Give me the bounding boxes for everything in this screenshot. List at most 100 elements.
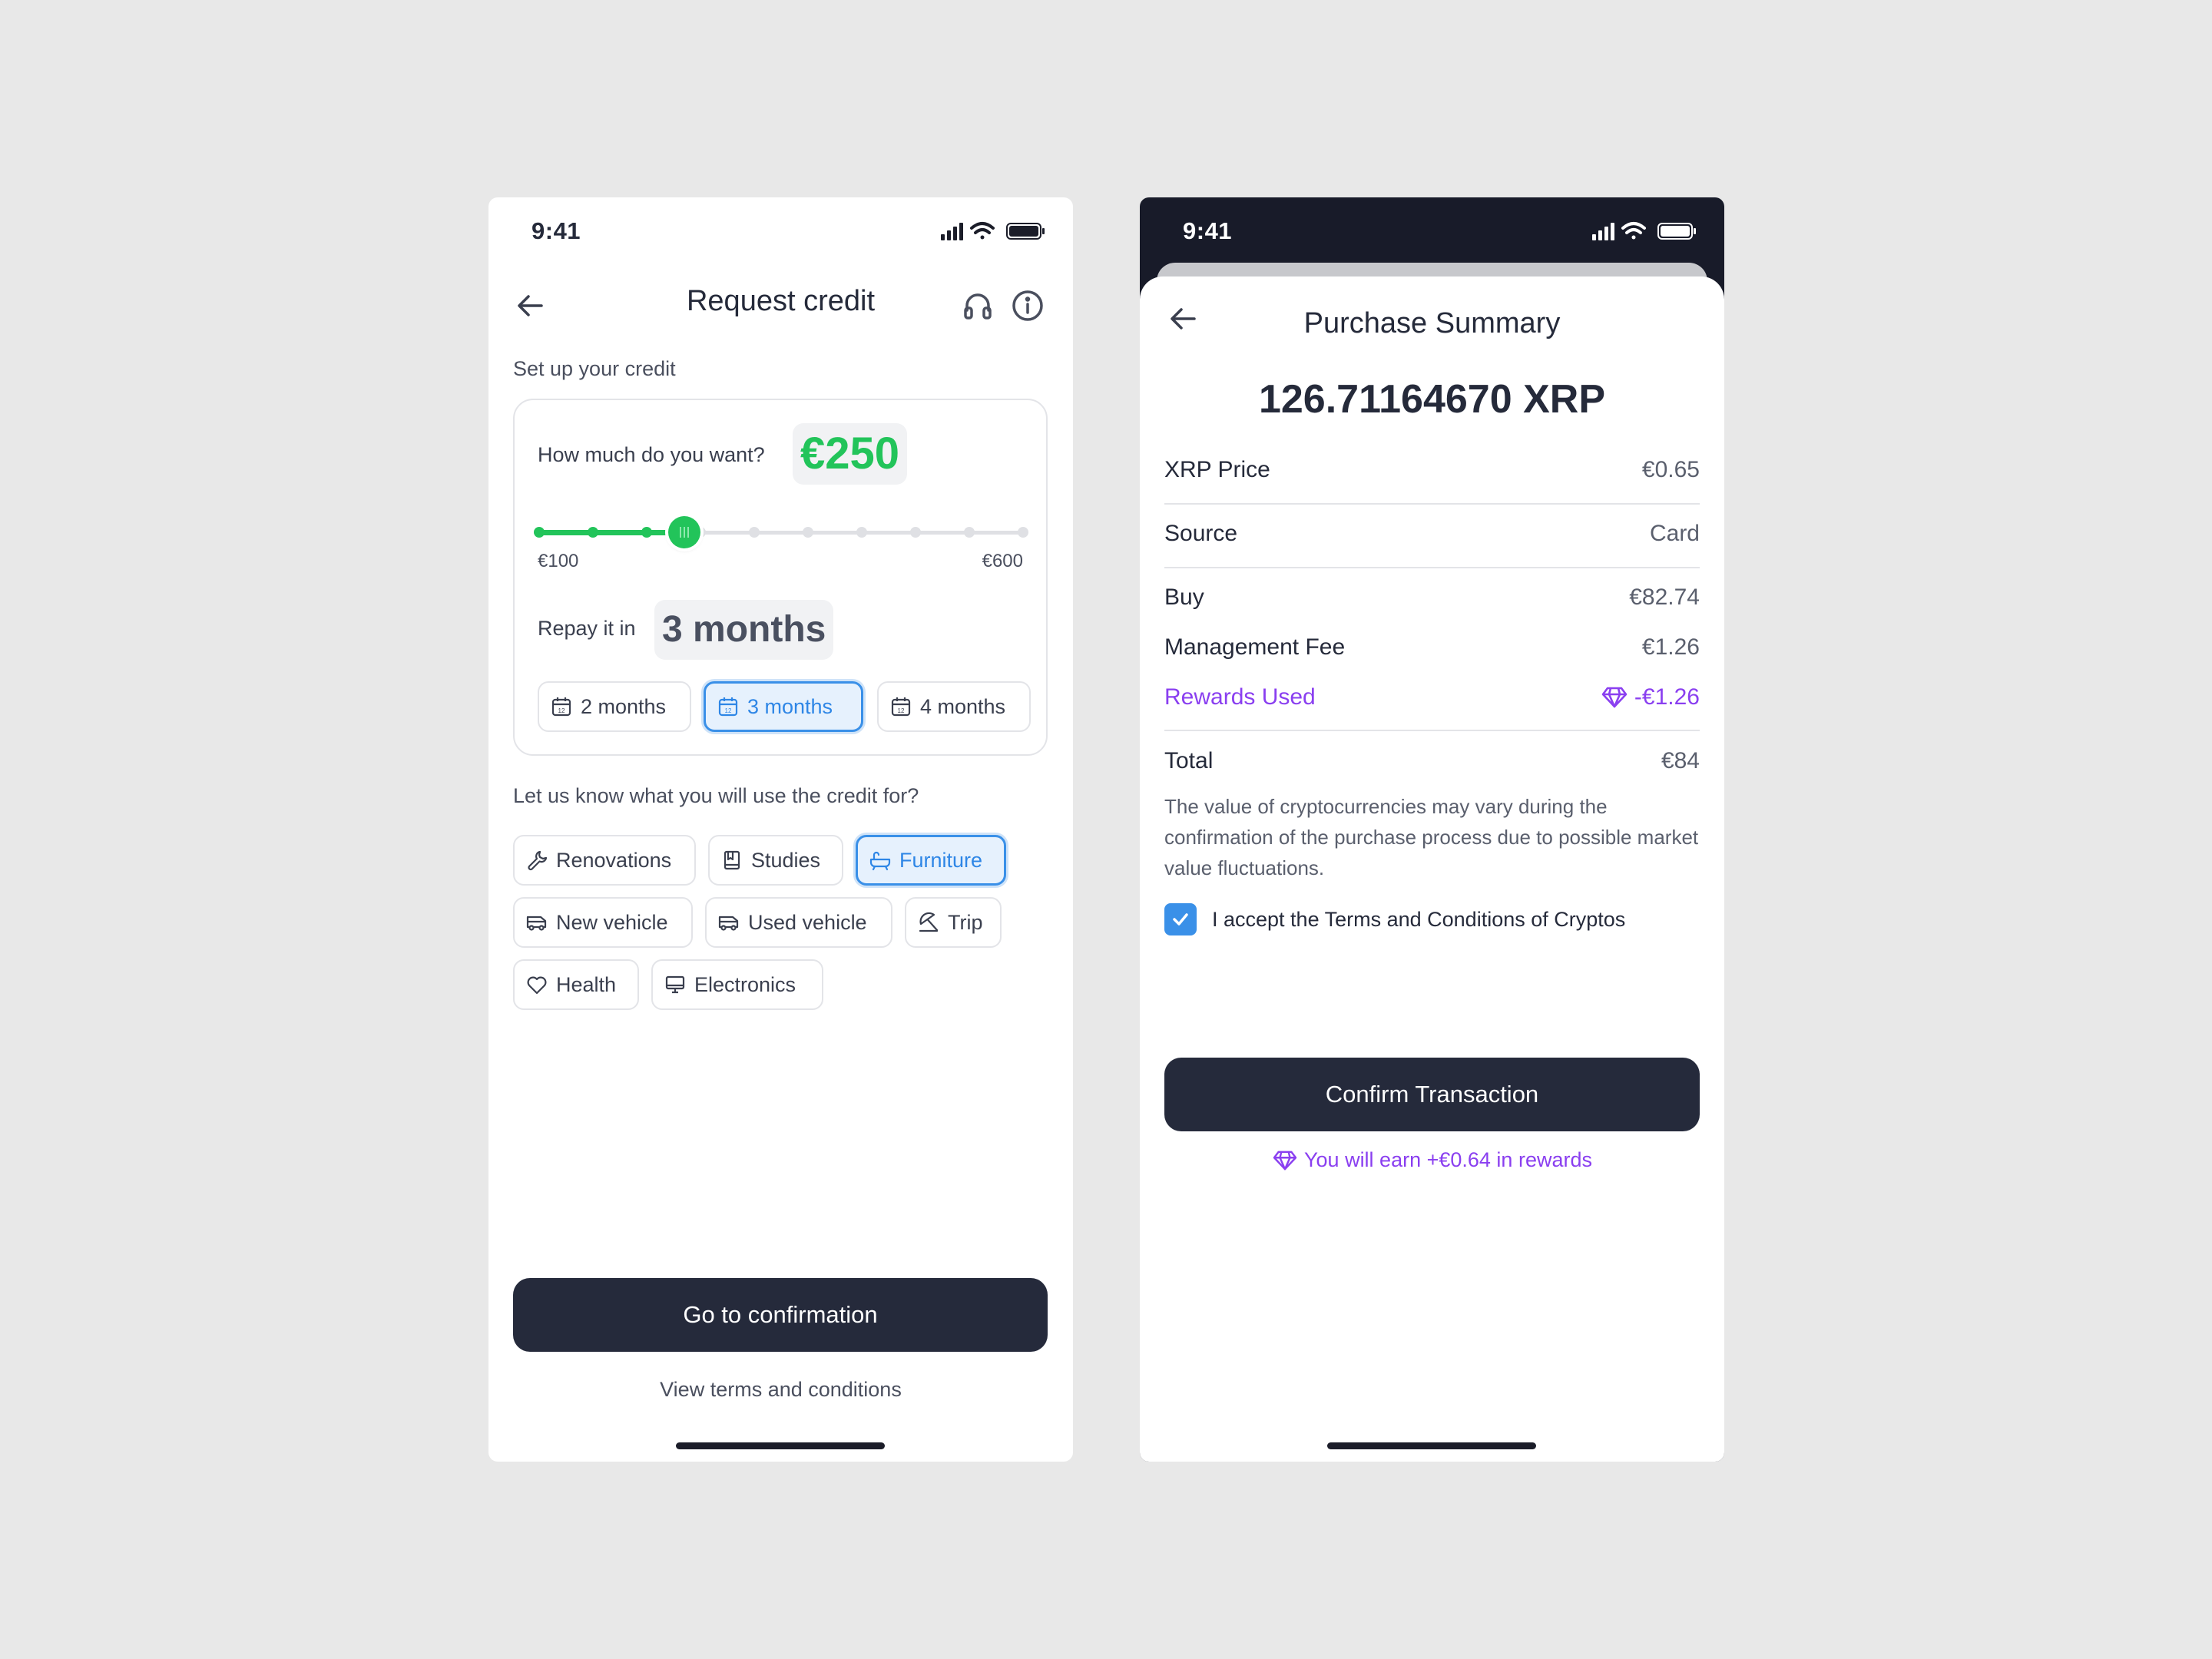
- use-option-label: New vehicle: [556, 910, 668, 934]
- row-label: XRP Price: [1164, 457, 1270, 482]
- terms-link[interactable]: View terms and conditions: [488, 1378, 1073, 1402]
- use-option-renovations[interactable]: Renovations: [513, 835, 696, 886]
- month-option-label: 2 months: [581, 694, 667, 718]
- month-option-label: 4 months: [920, 694, 1006, 718]
- slider-thumb[interactable]: [668, 516, 700, 548]
- month-option-2[interactable]: 12 2 months: [538, 681, 691, 732]
- slider-step-dot[interactable]: [641, 527, 652, 538]
- confirm-transaction-button[interactable]: Confirm Transaction: [1164, 1058, 1700, 1131]
- row-value-wrap: -€1.26: [1601, 684, 1700, 710]
- use-option-electronics[interactable]: Electronics: [651, 959, 823, 1010]
- divider: [1164, 503, 1700, 505]
- repay-value: 3 months: [654, 600, 834, 660]
- calendar-icon: 12: [891, 697, 911, 717]
- row-value: €0.65: [1641, 457, 1700, 482]
- month-option-label: 3 months: [747, 694, 833, 718]
- status-bar: 9:41: [1140, 197, 1724, 267]
- divider: [1164, 567, 1700, 568]
- credit-setup-card: How much do you want? €250 €100 €600 Rep…: [513, 399, 1048, 756]
- monitor-icon: [665, 975, 685, 994]
- info-icon[interactable]: [1008, 286, 1047, 325]
- summary-row-source: Source Card: [1164, 518, 1700, 549]
- use-option-label: Health: [556, 972, 617, 996]
- slider-step-dot[interactable]: [856, 527, 867, 538]
- calendar-icon: 12: [551, 697, 571, 717]
- use-option-used-vehicle[interactable]: Used vehicle: [705, 897, 892, 948]
- amount-question: How much do you want?: [538, 443, 765, 466]
- signal-icon: [1592, 223, 1614, 240]
- summary-row-price: XRP Price €0.65: [1164, 455, 1700, 485]
- earn-rewards-text: You will earn +€0.64 in rewards: [1304, 1148, 1592, 1171]
- go-to-confirmation-button[interactable]: Go to confirmation: [513, 1278, 1048, 1352]
- bathtub-icon: [869, 851, 891, 871]
- van-icon: [718, 916, 739, 931]
- row-label: Management Fee: [1164, 634, 1346, 660]
- svg-text:12: 12: [898, 707, 905, 714]
- nav-bar: Request credit: [488, 274, 1073, 336]
- summary-row-rewards: Rewards Used -€1.26: [1164, 682, 1700, 713]
- use-option-studies[interactable]: Studies: [708, 835, 843, 886]
- accept-terms-row[interactable]: I accept the Terms and Conditions of Cry…: [1164, 902, 1625, 936]
- summary-row-buy: Buy €82.74: [1164, 582, 1700, 613]
- accept-label: I accept the Terms and Conditions of Cry…: [1212, 907, 1626, 931]
- section-setup-label: Set up your credit: [513, 357, 676, 380]
- row-value: Card: [1649, 521, 1700, 546]
- row-value: €82.74: [1629, 584, 1700, 610]
- row-value: -€1.26: [1634, 684, 1700, 710]
- battery-icon: [1006, 223, 1045, 240]
- row-value: €1.26: [1641, 634, 1700, 660]
- status-time: 9:41: [1183, 217, 1233, 244]
- slider-step-dot[interactable]: [749, 527, 760, 538]
- request-credit-screen: 9:41 Request credit Set up your credit H…: [488, 197, 1073, 1462]
- diamond-icon: [1273, 1151, 1297, 1170]
- status-time: 9:41: [531, 217, 581, 244]
- disclaimer-text: The value of cryptocurrencies may vary d…: [1164, 795, 1699, 879]
- signal-icon: [941, 223, 963, 240]
- row-label: Total: [1164, 748, 1214, 773]
- use-option-new-vehicle[interactable]: New vehicle: [513, 897, 693, 948]
- row-label: Buy: [1164, 584, 1204, 610]
- wifi-icon: [1621, 222, 1646, 240]
- home-indicator: [676, 1442, 885, 1449]
- status-icons: [941, 222, 1045, 240]
- amount-slider[interactable]: [534, 515, 1028, 549]
- slider-step-dot[interactable]: [1018, 527, 1028, 538]
- svg-text:12: 12: [558, 707, 565, 714]
- purchase-summary-sheet: Purchase Summary 126.71164670 XRP XRP Pr…: [1140, 276, 1724, 1462]
- use-option-furniture[interactable]: Furniture: [856, 835, 1006, 886]
- amount-value: €250: [793, 423, 908, 485]
- battery-icon: [1657, 223, 1696, 240]
- wifi-icon: [970, 222, 995, 240]
- row-label: Source: [1164, 521, 1238, 546]
- use-option-health[interactable]: Health: [513, 959, 639, 1010]
- use-option-trip[interactable]: Trip: [905, 897, 1002, 948]
- month-option-3[interactable]: 12 3 months: [704, 681, 863, 732]
- slider-step-dot[interactable]: [534, 527, 545, 538]
- divider: [1164, 730, 1700, 731]
- book-icon: [724, 850, 740, 870]
- slider-step-dot[interactable]: [588, 527, 598, 538]
- use-option-label: Electronics: [694, 972, 796, 996]
- page-title: Purchase Summary: [1303, 307, 1561, 339]
- slider-step-dot[interactable]: [964, 527, 975, 538]
- purchase-summary-screen: 9:41 Purchase Summary 126.71164670 XRP X…: [1140, 197, 1724, 1462]
- month-option-4[interactable]: 12 4 months: [877, 681, 1031, 732]
- umbrella-icon: [919, 912, 939, 932]
- slider-max-label: €600: [982, 551, 1023, 571]
- use-option-label: Studies: [751, 848, 821, 872]
- use-options: Renovations Studies Furniture New vehicl…: [513, 835, 1051, 1035]
- crypto-amount: 126.71164670 XRP: [1258, 377, 1606, 422]
- accept-checkbox[interactable]: [1164, 903, 1197, 935]
- use-option-label: Furniture: [899, 848, 983, 872]
- svg-text:12: 12: [725, 707, 732, 714]
- use-option-label: Trip: [948, 910, 983, 934]
- slider-fill: [539, 530, 684, 535]
- headset-icon[interactable]: [959, 286, 997, 325]
- status-icons: [1592, 222, 1696, 240]
- slider-step-dot[interactable]: [910, 527, 921, 538]
- row-label: Rewards Used: [1164, 684, 1316, 710]
- calendar-icon: 12: [718, 697, 738, 717]
- status-bar: 9:41: [488, 197, 1073, 267]
- slider-step-dot[interactable]: [803, 527, 813, 538]
- checkmark-icon: [1173, 913, 1188, 926]
